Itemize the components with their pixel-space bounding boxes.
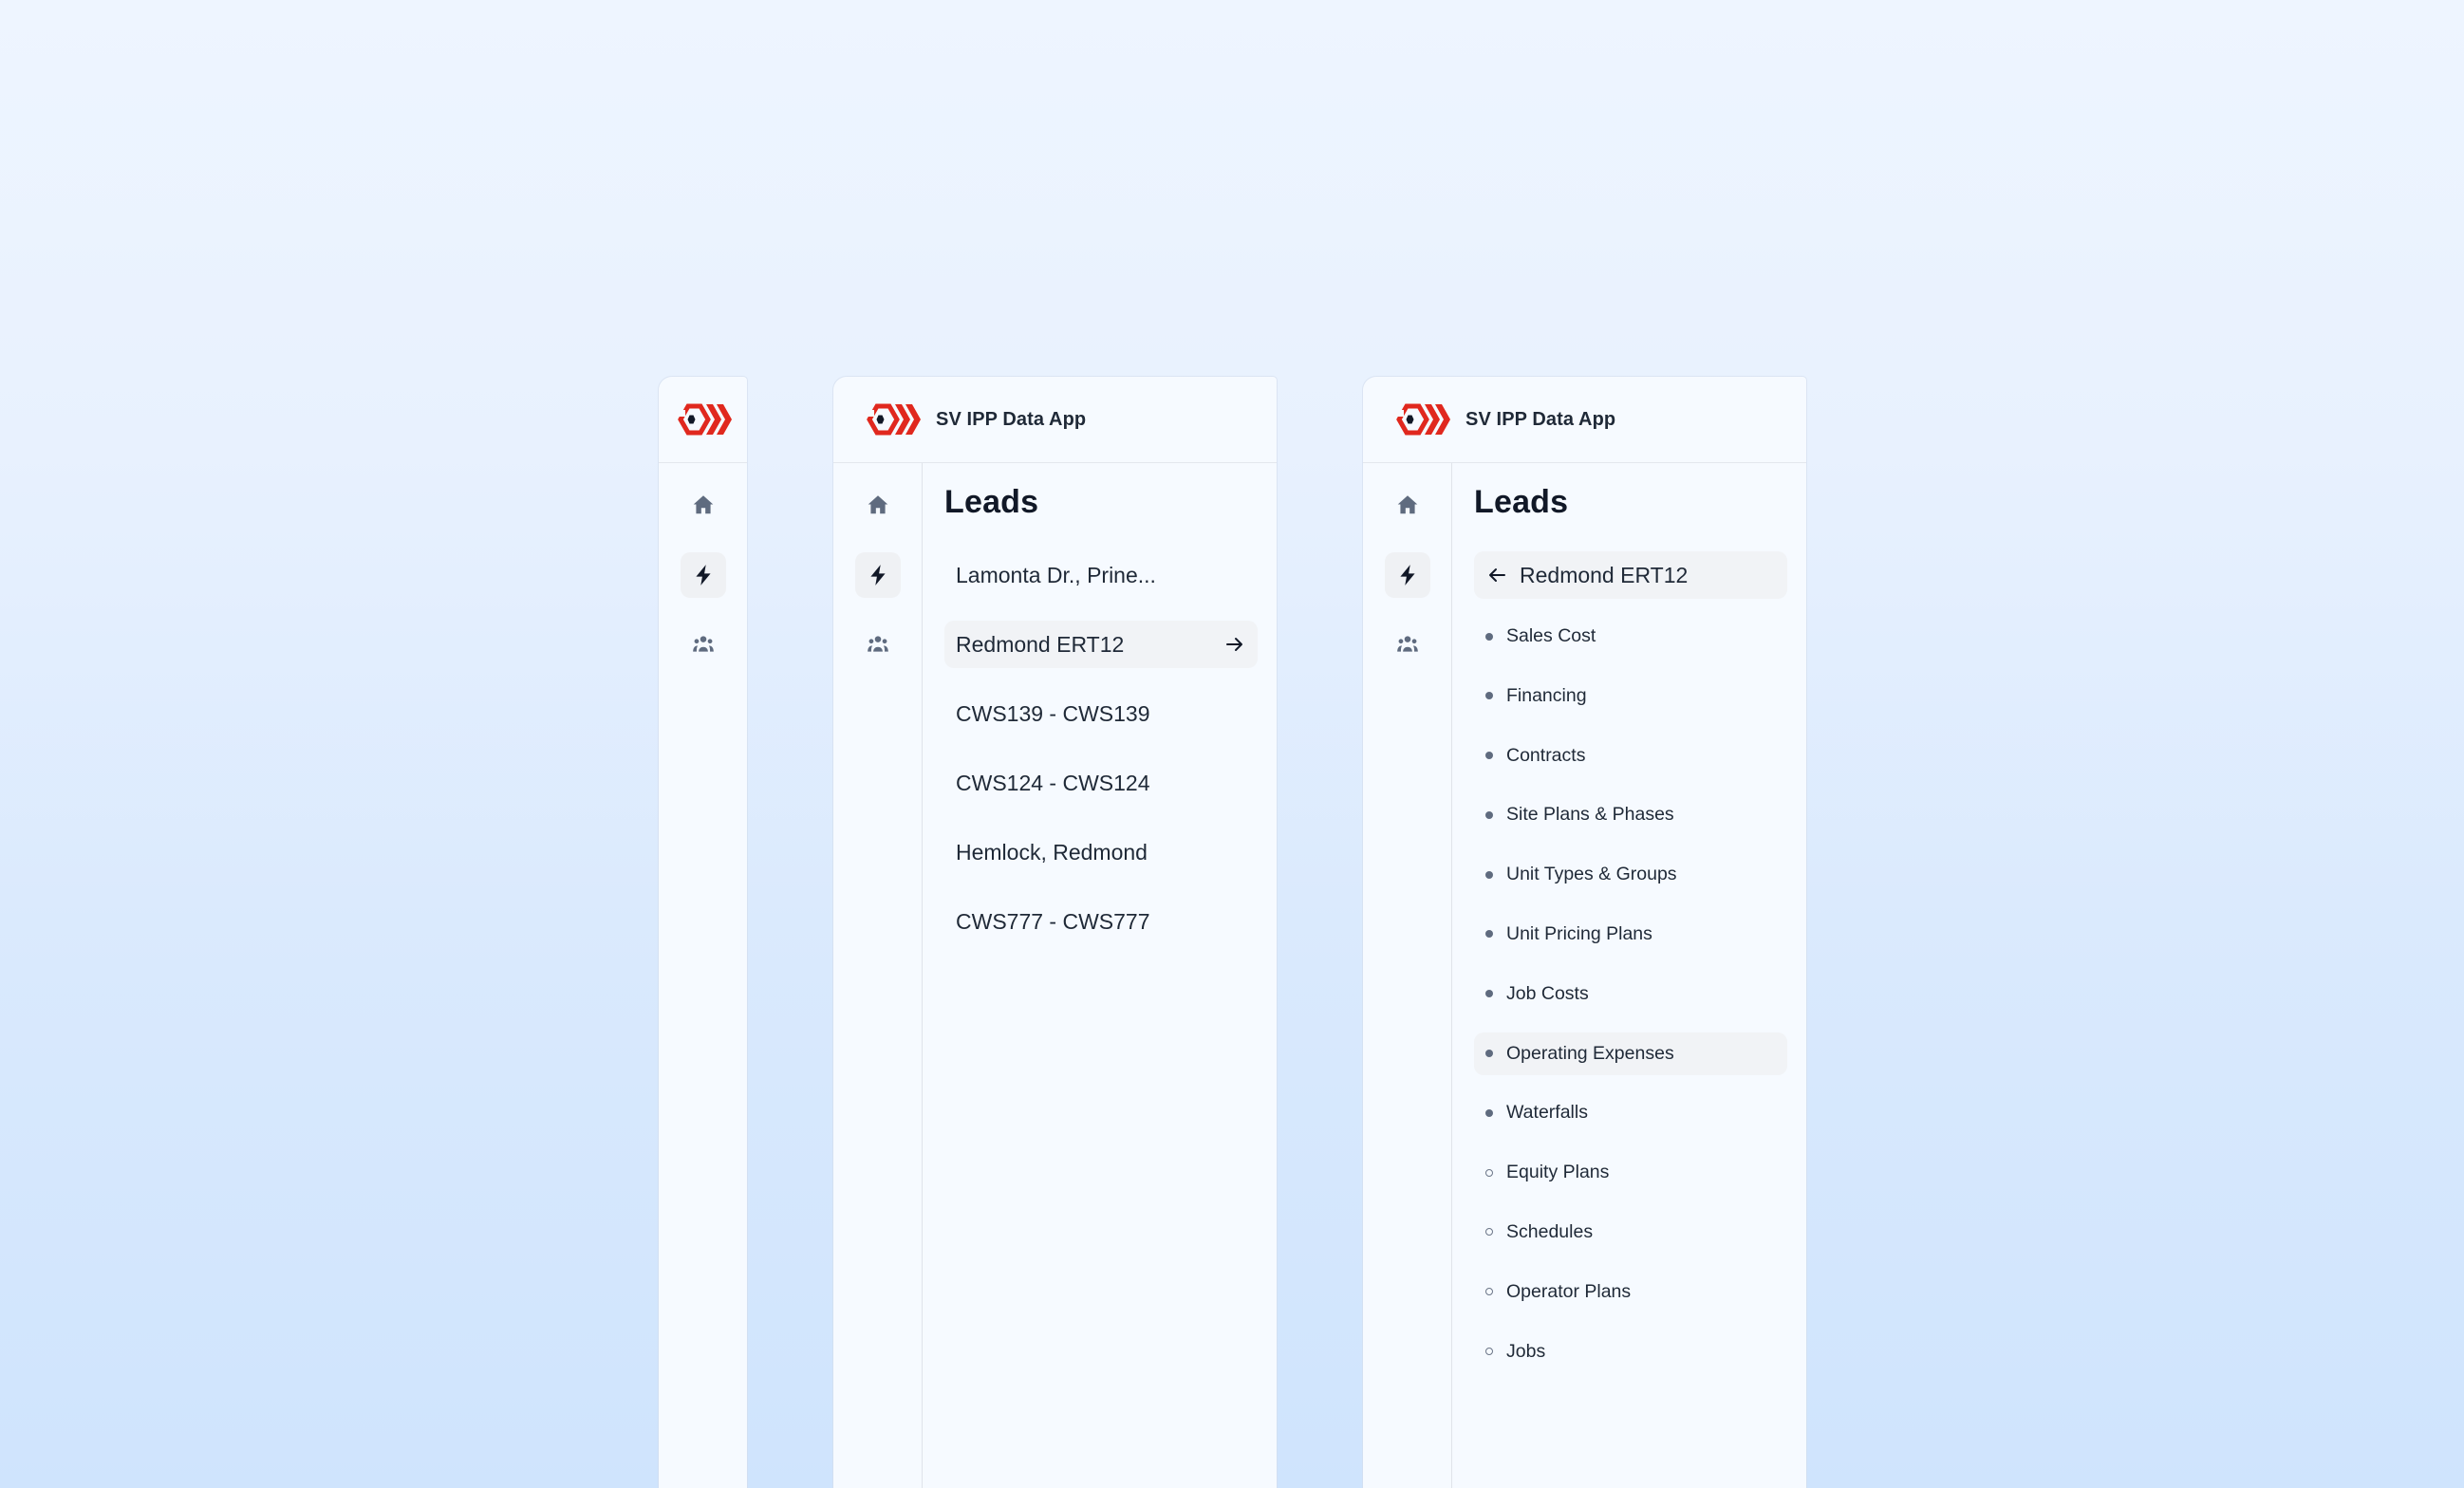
- section-item[interactable]: Job Costs: [1474, 973, 1787, 1015]
- lead-item-label: CWS124 - CWS124: [956, 770, 1150, 795]
- section-item[interactable]: Unit Types & Groups: [1474, 853, 1787, 896]
- home-icon: [691, 493, 716, 517]
- section-item[interactable]: Unit Pricing Plans: [1474, 913, 1787, 956]
- users-group-icon: [866, 632, 890, 657]
- back-to-leads-button[interactable]: Redmond ERT12: [1474, 551, 1787, 599]
- status-dot-empty-icon: [1485, 1348, 1493, 1356]
- nav-rail: [833, 463, 923, 1488]
- home-icon: [866, 493, 890, 517]
- status-dot-empty-icon: [1485, 1288, 1493, 1296]
- section-item-label: Schedules: [1506, 1220, 1594, 1242]
- section-item[interactable]: Equity Plans: [1474, 1151, 1787, 1194]
- lead-item[interactable]: CWS777 - CWS777: [944, 898, 1258, 945]
- section-item-label: Jobs: [1506, 1340, 1546, 1362]
- section-item[interactable]: Financing: [1474, 675, 1787, 717]
- rail-item-team[interactable]: [855, 622, 901, 667]
- section-item[interactable]: Sales Cost: [1474, 615, 1787, 658]
- arrow-right-icon: [1223, 633, 1246, 656]
- lightning-bolt-icon: [1395, 563, 1420, 587]
- nav-rail: [659, 463, 747, 1488]
- collapsed-sidebar-panel: [659, 377, 747, 1488]
- section-item-label: Equity Plans: [1506, 1162, 1610, 1183]
- section-item[interactable]: Site Plans & Phases: [1474, 793, 1787, 836]
- rail-item-home[interactable]: [855, 482, 901, 528]
- sidebar-header: [659, 377, 747, 463]
- lead-item[interactable]: CWS124 - CWS124: [944, 759, 1258, 807]
- app-header: SV IPP Data App: [1363, 377, 1806, 463]
- section-item-label: Operating Expenses: [1506, 1042, 1674, 1064]
- app-title: SV IPP Data App: [1465, 408, 1616, 430]
- users-group-icon: [1395, 632, 1420, 657]
- status-dot-filled-icon: [1485, 1050, 1493, 1058]
- section-item[interactable]: Jobs: [1474, 1330, 1787, 1373]
- section-item[interactable]: Contracts: [1474, 735, 1787, 777]
- status-dot-filled-icon: [1485, 1108, 1493, 1117]
- lead-item[interactable]: Hemlock, Redmond: [944, 828, 1258, 876]
- section-item-label: Contracts: [1506, 744, 1586, 766]
- section-item-label: Waterfalls: [1506, 1102, 1588, 1124]
- section-item-label: Site Plans & Phases: [1506, 804, 1674, 826]
- brand-logo-icon[interactable]: [1393, 400, 1450, 438]
- app-title: SV IPP Data App: [936, 408, 1087, 430]
- section-item[interactable]: Operator Plans: [1474, 1271, 1787, 1313]
- status-dot-filled-icon: [1485, 990, 1493, 998]
- app-header: SV IPP Data App: [833, 377, 1277, 463]
- leads-content: Leads Lamonta Dr., Prine... Redmond ERT1…: [944, 463, 1258, 1488]
- rail-item-leads[interactable]: [855, 552, 901, 598]
- status-dot-empty-icon: [1485, 1228, 1493, 1237]
- page-title: Leads: [1474, 484, 1569, 520]
- brand-logo-icon[interactable]: [864, 400, 921, 438]
- users-group-icon: [691, 632, 716, 657]
- rail-item-team[interactable]: [681, 622, 726, 667]
- section-item[interactable]: Schedules: [1474, 1211, 1787, 1254]
- arrow-left-icon: [1485, 564, 1508, 586]
- leads-list: Lamonta Dr., Prine... Redmond ERT12 CWS1…: [944, 551, 1258, 967]
- status-dot-filled-icon: [1485, 870, 1493, 879]
- section-item-label: Unit Types & Groups: [1506, 864, 1677, 885]
- section-item-label: Job Costs: [1506, 982, 1589, 1004]
- section-item-label: Operator Plans: [1506, 1280, 1632, 1302]
- status-dot-filled-icon: [1485, 632, 1493, 641]
- leads-list-panel: SV IPP Data App Leads Lamonta Dr., Prine…: [833, 377, 1277, 1488]
- rail-item-home[interactable]: [681, 482, 726, 528]
- lead-detail-panel: SV IPP Data App Leads Redmond ERT12 Sale…: [1363, 377, 1806, 1488]
- lightning-bolt-icon: [866, 563, 890, 587]
- lead-item-label: Redmond ERT12: [956, 631, 1125, 657]
- rail-item-team[interactable]: [1385, 622, 1430, 667]
- status-dot-filled-icon: [1485, 810, 1493, 819]
- section-item-label: Sales Cost: [1506, 625, 1596, 646]
- section-list: Sales Cost Financing Contracts Site Plans &…: [1474, 615, 1787, 1389]
- section-item-label: Unit Pricing Plans: [1506, 922, 1652, 944]
- lead-item-selected[interactable]: Redmond ERT12: [944, 621, 1258, 668]
- home-icon: [1395, 493, 1420, 517]
- status-dot-filled-icon: [1485, 692, 1493, 700]
- rail-item-leads[interactable]: [681, 552, 726, 598]
- section-item[interactable]: Waterfalls: [1474, 1091, 1787, 1134]
- lightning-bolt-icon: [691, 563, 716, 587]
- detail-content: Leads Redmond ERT12 Sales Cost Financing C…: [1474, 463, 1787, 1488]
- lead-item-label: CWS777 - CWS777: [956, 908, 1150, 934]
- status-dot-filled-icon: [1485, 752, 1493, 760]
- lead-item-label: Hemlock, Redmond: [956, 839, 1148, 865]
- section-item-label: Financing: [1506, 684, 1587, 706]
- rail-item-leads[interactable]: [1385, 552, 1430, 598]
- lead-item-label: CWS139 - CWS139: [956, 700, 1150, 726]
- brand-logo-icon[interactable]: [675, 400, 732, 438]
- rail-item-home[interactable]: [1385, 482, 1430, 528]
- nav-rail: [1363, 463, 1452, 1488]
- back-button-label: Redmond ERT12: [1520, 562, 1689, 587]
- lead-item-label: Lamonta Dr., Prine...: [956, 562, 1156, 587]
- status-dot-empty-icon: [1485, 1168, 1493, 1177]
- status-dot-filled-icon: [1485, 930, 1493, 939]
- page-title: Leads: [944, 484, 1039, 520]
- lead-item[interactable]: Lamonta Dr., Prine...: [944, 551, 1258, 599]
- lead-item[interactable]: CWS139 - CWS139: [944, 690, 1258, 737]
- section-item-selected[interactable]: Operating Expenses: [1474, 1032, 1787, 1075]
